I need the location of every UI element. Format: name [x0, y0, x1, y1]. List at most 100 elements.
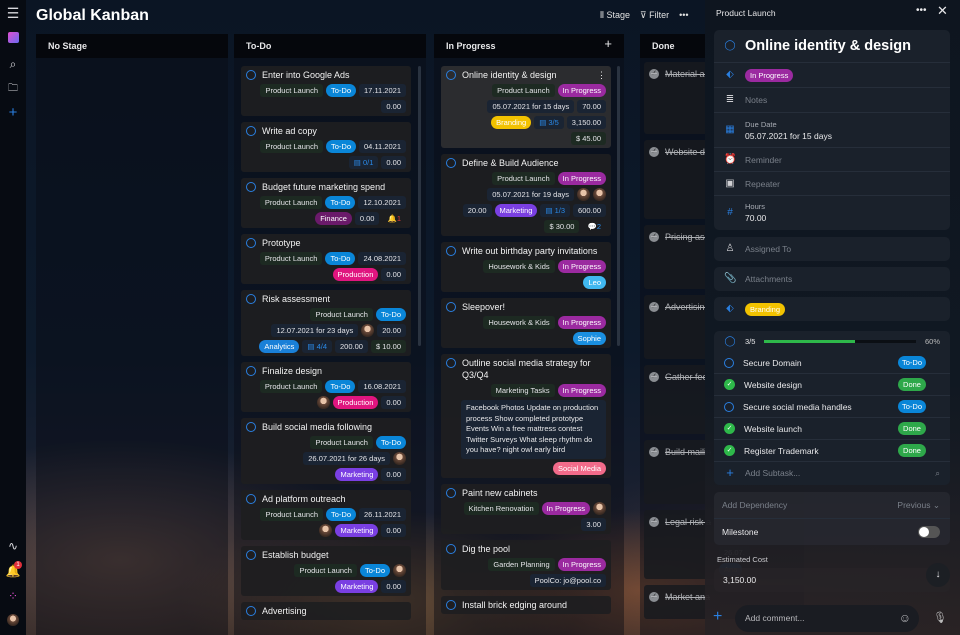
subtask-status-badge[interactable]: Done: [898, 444, 926, 457]
status-circle-icon[interactable]: [724, 358, 734, 368]
status-badge[interactable]: To-Do: [359, 564, 390, 577]
tag-chip[interactable]: Analytics: [259, 340, 300, 353]
add-icon[interactable]: +: [713, 608, 722, 626]
assignee-avatar[interactable]: [393, 564, 406, 577]
menu-icon[interactable]: ☰: [0, 6, 26, 20]
status-circle-icon[interactable]: [446, 70, 456, 80]
status-circle-icon[interactable]: [246, 606, 256, 616]
task-card[interactable]: Define & Build Audience Product Launch In …: [441, 154, 611, 236]
status-circle-icon[interactable]: [446, 158, 456, 168]
status-badge[interactable]: To-Do: [325, 380, 356, 393]
assignee-avatar[interactable]: [319, 524, 333, 537]
status-badge[interactable]: In Progress: [541, 501, 590, 515]
emoji-icon[interactable]: ☺: [899, 611, 911, 625]
kebab-menu-icon[interactable]: ⋮: [597, 69, 606, 81]
completed-check-icon[interactable]: ✓: [649, 517, 659, 527]
scrollbar[interactable]: [617, 66, 620, 346]
tag-chip[interactable]: Marketing: [335, 524, 379, 537]
status-circle-icon[interactable]: [446, 246, 456, 256]
status-badge[interactable]: In Progress: [557, 557, 606, 571]
repeater-field[interactable]: Repeater: [745, 179, 780, 189]
add-card-icon[interactable]: +: [604, 37, 612, 51]
status-badge[interactable]: In Progress: [557, 172, 606, 185]
app-icon[interactable]: [0, 32, 26, 46]
subtask-status-badge[interactable]: Done: [898, 378, 926, 391]
assignee-avatar[interactable]: [577, 188, 590, 201]
status-circle-icon[interactable]: [446, 543, 456, 554]
subtask-status-badge[interactable]: To-Do: [898, 400, 926, 413]
stage-button[interactable]: ⦀ Stage: [600, 10, 630, 21]
status-circle-icon[interactable]: [724, 402, 734, 412]
assignee-avatar[interactable]: [393, 452, 406, 465]
search-icon[interactable]: ⌕: [0, 57, 26, 71]
add-icon[interactable]: +: [0, 105, 26, 120]
assignee-avatar[interactable]: [361, 324, 375, 337]
task-card[interactable]: Online identity & design ⋮ Product Launch I…: [441, 66, 611, 148]
status-circle-icon[interactable]: [246, 70, 256, 80]
status-badge[interactable]: To-Do: [326, 508, 357, 521]
status-circle-icon[interactable]: [246, 422, 256, 432]
branding-tag[interactable]: Branding: [745, 302, 786, 316]
status-badge[interactable]: In Progress: [745, 68, 794, 82]
completed-check-icon[interactable]: ✓: [649, 372, 659, 382]
filter-button[interactable]: ⊽ Filter: [640, 10, 669, 21]
task-card[interactable]: Build social media following Product Laun…: [241, 418, 411, 484]
task-card[interactable]: Finalize design Product Launch To-Do 16.08.…: [241, 362, 411, 412]
status-circle-icon[interactable]: ◯: [724, 40, 736, 52]
task-card[interactable]: Ad platform outreach Product Launch To-Do 2…: [241, 490, 411, 540]
subtask-item[interactable]: ✓ Website launch Done: [714, 418, 950, 440]
dependency-mode-select[interactable]: Previous ⌄: [897, 500, 940, 511]
task-card[interactable]: Enter into Google Ads Product Launch To-Do…: [241, 66, 411, 116]
status-circle-icon[interactable]: [446, 599, 456, 610]
status-circle-icon[interactable]: [246, 126, 256, 136]
status-badge[interactable]: To-Do: [326, 84, 357, 97]
tag-chip[interactable]: Sophie: [572, 332, 606, 345]
status-badge[interactable]: To-Do: [375, 436, 406, 449]
bell-icon[interactable]: 🔔 1: [0, 561, 26, 578]
milestone-toggle[interactable]: [918, 526, 940, 538]
task-card[interactable]: Sleepover! Housework & Kids In Progress Sop…: [441, 298, 611, 348]
task-card[interactable]: Dig the pool Garden Planning In Progress Po…: [441, 539, 611, 590]
apps-icon[interactable]: ⁘: [0, 589, 26, 603]
subtask-item[interactable]: Secure social media handles To-Do: [714, 396, 950, 418]
completed-check-icon[interactable]: ✓: [649, 592, 659, 602]
status-circle-icon[interactable]: [246, 294, 256, 304]
task-card[interactable]: Budget future marketing spend Product Lau…: [241, 178, 411, 228]
more-icon[interactable]: •••: [916, 5, 927, 16]
search-icon[interactable]: ⌕: [935, 468, 940, 479]
assignee-avatar[interactable]: [593, 188, 606, 201]
completed-check-icon[interactable]: ✓: [649, 302, 659, 312]
notes-field[interactable]: Notes: [745, 95, 767, 105]
scrollbar[interactable]: [418, 66, 421, 346]
task-card[interactable]: Risk assessment Product Launch To-Do 12.07.…: [241, 290, 411, 356]
scroll-down-button[interactable]: ↓: [926, 563, 950, 587]
assigned-to-field[interactable]: ♙ Assigned To: [714, 237, 950, 261]
tags-field[interactable]: ⬖ Branding: [714, 297, 950, 321]
tag-chip[interactable]: Marketing: [335, 580, 379, 593]
status-badge[interactable]: To-Do: [325, 252, 356, 265]
status-badge[interactable]: In Progress: [557, 260, 606, 273]
add-dependency[interactable]: Add Dependency: [722, 500, 888, 510]
tag-chip[interactable]: Marketing: [335, 468, 379, 481]
completed-check-icon[interactable]: ✓: [649, 147, 659, 157]
task-card[interactable]: Establish budget Product Launch To-Do Marke…: [241, 546, 411, 596]
done-check-icon[interactable]: ✓: [724, 423, 735, 434]
status-circle-icon[interactable]: [246, 494, 256, 504]
assignee-avatar[interactable]: [593, 501, 606, 515]
completed-check-icon[interactable]: ✓: [649, 69, 659, 79]
tag-chip[interactable]: Marketing: [494, 204, 538, 217]
status-badge[interactable]: To-Do: [326, 140, 357, 153]
microphone-icon[interactable]: 🎙: [933, 611, 947, 625]
due-date-field[interactable]: ▦ Due Date 05.07.2021 for 15 days: [714, 113, 950, 148]
status-circle-icon[interactable]: [246, 550, 256, 560]
hours-field[interactable]: # Hours 70.00: [714, 196, 950, 229]
add-subtask-field[interactable]: + Add Subtask... ⌕: [714, 462, 950, 484]
status-badge[interactable]: In Progress: [557, 384, 606, 397]
subtask-item[interactable]: ✓ Website design Done: [714, 374, 950, 396]
attachments-field[interactable]: 📎 Attachments: [714, 267, 950, 291]
subtask-item[interactable]: ✓ Register Trademark Done: [714, 440, 950, 462]
assignee-avatar[interactable]: [316, 396, 330, 409]
activity-icon[interactable]: ∿: [0, 539, 26, 553]
status-circle-icon[interactable]: [246, 366, 256, 376]
status-badge[interactable]: In Progress: [557, 316, 606, 329]
